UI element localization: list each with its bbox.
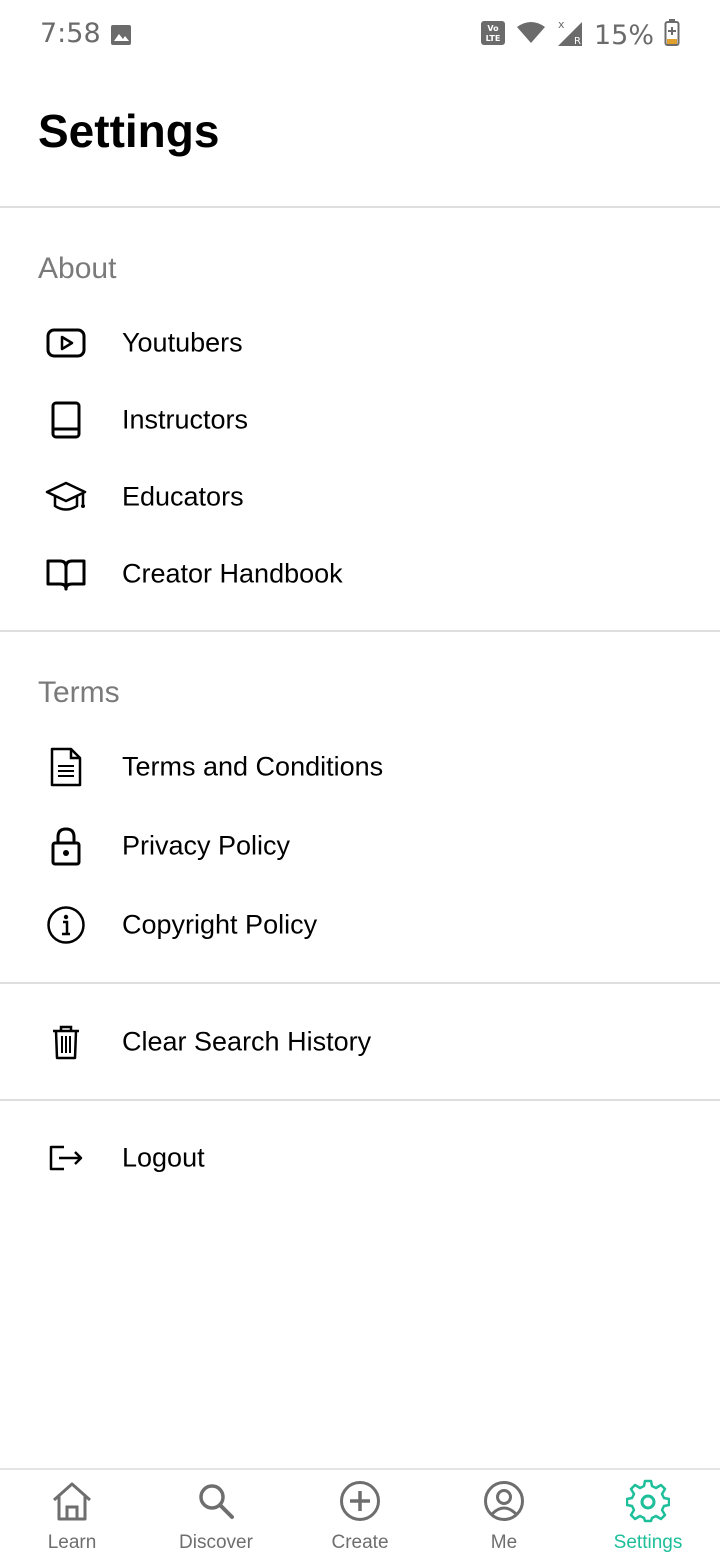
- settings-item-label: Privacy Policy: [122, 830, 291, 861]
- nav-item-discover[interactable]: Discover: [144, 1470, 288, 1560]
- svg-text:R: R: [574, 36, 581, 47]
- nav-label: Me: [490, 1532, 518, 1553]
- divider: [0, 1099, 720, 1101]
- book-icon: [44, 398, 88, 442]
- wifi-icon: [516, 21, 546, 50]
- user-icon: [481, 1478, 527, 1524]
- settings-item-label: Terms and Conditions: [122, 751, 384, 782]
- svg-text:x: x: [558, 18, 565, 31]
- section-title-about: About: [38, 252, 117, 285]
- nav-item-learn[interactable]: Learn: [0, 1470, 144, 1560]
- lock-icon: [44, 824, 88, 868]
- svg-text:Vo: Vo: [487, 24, 499, 33]
- svg-text:LTE: LTE: [486, 34, 501, 43]
- settings-item-label: Youtubers: [122, 327, 243, 358]
- settings-item-copyright-policy[interactable]: Copyright Policy: [0, 889, 720, 961]
- nav-label: Learn: [47, 1532, 97, 1553]
- volte-icon: Vo LTE: [480, 20, 506, 51]
- settings-item-label: Educators: [122, 481, 244, 512]
- battery-icon: [664, 18, 680, 52]
- settings-item-label: Logout: [122, 1142, 205, 1173]
- nav-item-me[interactable]: Me: [432, 1470, 576, 1560]
- nav-label: Settings: [613, 1532, 683, 1553]
- settings-item-label: Clear Search History: [122, 1026, 372, 1057]
- settings-item-terms-and-conditions[interactable]: Terms and Conditions: [0, 731, 720, 803]
- settings-item-logout[interactable]: Logout: [0, 1122, 720, 1194]
- nav-item-settings[interactable]: Settings: [576, 1470, 720, 1560]
- section-title-terms: Terms: [38, 676, 120, 709]
- divider: [0, 206, 720, 208]
- settings-item-creator-handbook[interactable]: Creator Handbook: [0, 538, 720, 610]
- settings-item-educators[interactable]: Educators: [0, 461, 720, 533]
- plus-circle-icon: [337, 1478, 383, 1524]
- bottom-nav: Learn Discover Create Me Settings: [0, 1468, 720, 1560]
- nav-label: Create: [331, 1532, 389, 1553]
- youtube-icon: [44, 321, 88, 365]
- logout-icon: [44, 1136, 88, 1180]
- settings-item-privacy-policy[interactable]: Privacy Policy: [0, 810, 720, 882]
- settings-item-label: Copyright Policy: [122, 909, 318, 940]
- search-icon: [193, 1478, 239, 1524]
- nav-item-create[interactable]: Create: [288, 1470, 432, 1560]
- document-icon: [44, 745, 88, 789]
- home-icon: [49, 1478, 95, 1524]
- graduation-cap-icon: [44, 475, 88, 519]
- nav-label: Discover: [179, 1532, 253, 1553]
- gallery-icon: [110, 24, 132, 46]
- info-icon: [44, 903, 88, 947]
- gear-icon: [625, 1478, 671, 1524]
- settings-item-instructors[interactable]: Instructors: [0, 384, 720, 456]
- settings-item-label: Creator Handbook: [122, 558, 343, 589]
- status-bar: 7:58 Vo LTE xR 15%: [0, 0, 720, 70]
- page-title: Settings: [38, 105, 220, 157]
- trash-icon: [44, 1020, 88, 1064]
- settings-item-label: Instructors: [122, 404, 249, 435]
- divider: [0, 630, 720, 632]
- settings-item-clear-search-history[interactable]: Clear Search History: [0, 1006, 720, 1078]
- status-time: 7:58: [40, 18, 101, 49]
- signal-icon: xR: [556, 18, 584, 53]
- settings-item-youtubers[interactable]: Youtubers: [0, 307, 720, 379]
- status-indicators: Vo LTE xR 15%: [480, 18, 680, 52]
- battery-percentage: 15%: [593, 19, 654, 51]
- open-book-icon: [44, 552, 88, 596]
- divider: [0, 982, 720, 984]
